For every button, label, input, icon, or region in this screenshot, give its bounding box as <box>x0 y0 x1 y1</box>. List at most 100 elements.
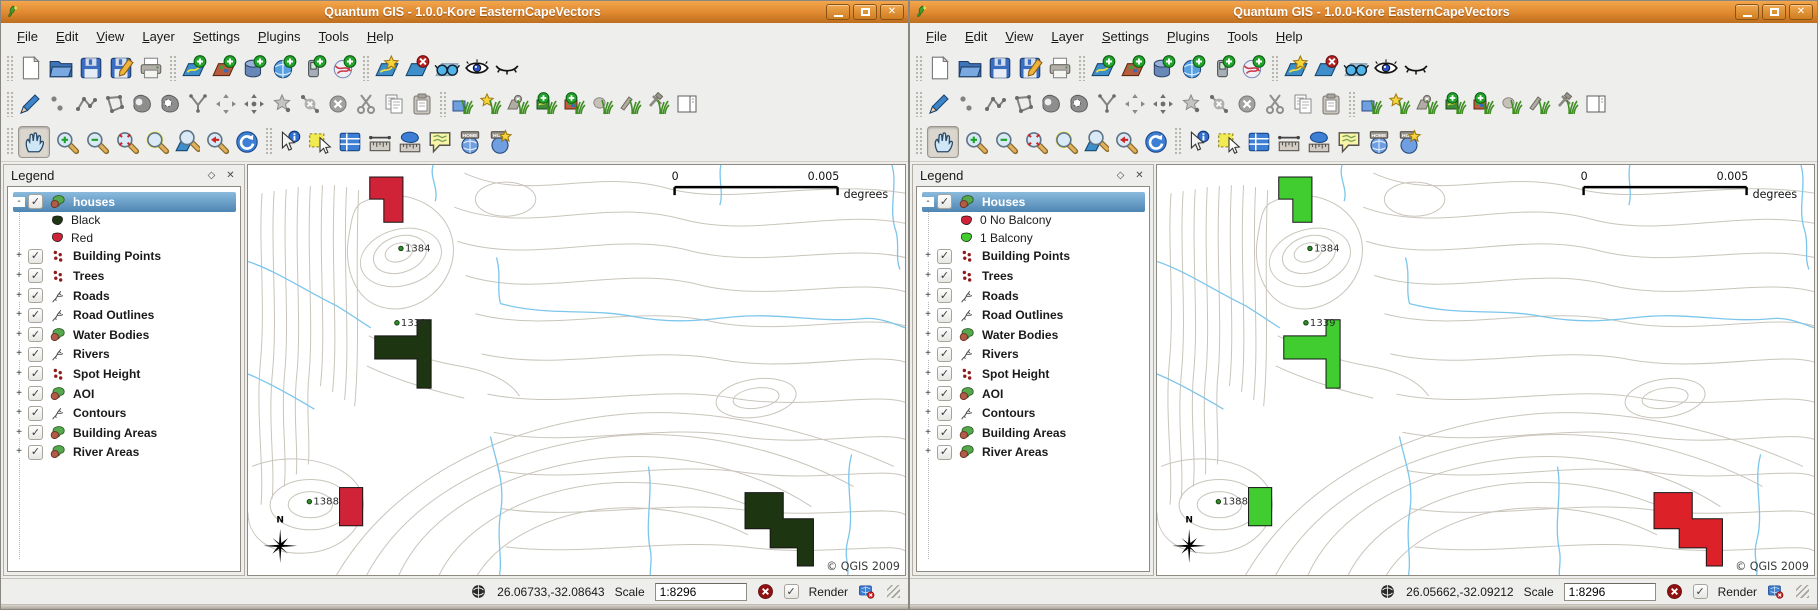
expand-icon[interactable]: + <box>922 447 934 457</box>
scale-input[interactable] <box>1564 583 1656 601</box>
zoom-last-icon[interactable] <box>204 129 230 155</box>
legend-layer-road-outlines[interactable]: +Road Outlines <box>922 305 1149 325</box>
layer-checkbox[interactable] <box>28 308 43 323</box>
layer-checkbox[interactable] <box>28 406 43 421</box>
hide-all-layers-icon[interactable] <box>1403 55 1429 81</box>
legend-layer-building-points[interactable]: +Building Points <box>13 247 240 267</box>
minimize-button[interactable] <box>826 4 850 20</box>
legend-layer-houses[interactable]: - Houses <box>922 192 1145 212</box>
layer-checkbox[interactable] <box>28 194 43 209</box>
toolbar-handle[interactable] <box>1348 91 1355 117</box>
paste-features-icon[interactable] <box>410 92 434 116</box>
expand-icon[interactable]: + <box>13 291 25 301</box>
toggle-editing-icon[interactable] <box>927 92 951 116</box>
add-postgis-layer-icon[interactable] <box>1150 55 1176 81</box>
titlebar[interactable]: Quantum GIS - 1.0.0-Kore EasternCapeVect… <box>910 1 1817 23</box>
layer-checkbox[interactable] <box>937 347 952 362</box>
toolbar-handle[interactable] <box>915 91 922 117</box>
identify-icon[interactable] <box>277 129 303 155</box>
pan-icon[interactable] <box>930 129 956 155</box>
grass-new-vector-icon[interactable] <box>1388 92 1412 116</box>
paste-features-icon[interactable] <box>1319 92 1343 116</box>
expand-icon[interactable]: + <box>13 271 25 281</box>
layer-checkbox[interactable] <box>28 347 43 362</box>
close-button[interactable] <box>880 4 904 20</box>
layer-checkbox[interactable] <box>28 249 43 264</box>
legend-layer-aoi[interactable]: +AOI <box>922 384 1149 404</box>
grass-open-mapset-icon[interactable] <box>1360 92 1384 116</box>
panel-close-button[interactable] <box>1133 170 1146 181</box>
layer-checkbox[interactable] <box>937 268 952 283</box>
copy-features-icon[interactable] <box>382 92 406 116</box>
capture-line-icon[interactable] <box>983 92 1007 116</box>
expand-icon[interactable]: + <box>922 408 934 418</box>
legend-layer-water-bodies[interactable]: +Water Bodies <box>922 325 1149 345</box>
toolbar-handle[interactable] <box>6 127 13 156</box>
pan-icon[interactable] <box>21 129 47 155</box>
layer-checkbox[interactable] <box>937 366 952 381</box>
capture-polygon-icon[interactable] <box>1011 92 1035 116</box>
expand-icon[interactable]: + <box>922 330 934 340</box>
grass-edit-icon[interactable] <box>619 92 643 116</box>
map-view[interactable]: 1384 1339 1388 N 0 0.005 degrees © QGIS … <box>248 165 905 575</box>
delete-part-icon[interactable] <box>326 92 350 116</box>
expand-icon[interactable]: + <box>13 369 25 379</box>
expand-icon[interactable]: + <box>13 251 25 261</box>
save-project-icon[interactable] <box>987 55 1013 81</box>
menu-edit[interactable]: Edit <box>48 25 86 48</box>
open-project-icon[interactable] <box>48 55 74 81</box>
legend-layer-building-points[interactable]: +Building Points <box>922 247 1149 267</box>
measure-line-icon[interactable] <box>1276 129 1302 155</box>
menu-settings[interactable]: Settings <box>185 25 248 48</box>
open-attribute-table-icon[interactable] <box>337 129 363 155</box>
add-to-overview-icon[interactable] <box>1343 55 1369 81</box>
show-all-layers-icon[interactable] <box>464 55 490 81</box>
expand-icon[interactable]: + <box>13 408 25 418</box>
toolbar-handle[interactable] <box>265 127 272 156</box>
maximize-button[interactable] <box>1762 4 1786 20</box>
legend-layer-houses[interactable]: - houses <box>13 192 236 212</box>
menu-view[interactable]: View <box>88 25 132 48</box>
layer-checkbox[interactable] <box>937 445 952 460</box>
expand-icon[interactable]: + <box>13 349 25 359</box>
move-feature-icon[interactable] <box>1039 92 1063 116</box>
grass-add-vector-layer-icon[interactable] <box>535 92 559 116</box>
home-extent-icon[interactable] <box>1366 129 1392 155</box>
move-vertex-icon[interactable] <box>214 92 238 116</box>
delete-selected-icon[interactable] <box>1179 92 1203 116</box>
legend-layer-rivers[interactable]: +Rivers <box>922 345 1149 365</box>
zoom-in-icon[interactable] <box>54 129 80 155</box>
grass-new-vector-icon[interactable] <box>479 92 503 116</box>
layer-checkbox[interactable] <box>937 386 952 401</box>
split-features-icon[interactable] <box>186 92 210 116</box>
panel-detach-button[interactable] <box>1114 170 1127 181</box>
zoom-to-layer-icon[interactable] <box>174 129 200 155</box>
zoom-to-layer-icon[interactable] <box>1083 129 1109 155</box>
cut-features-icon[interactable] <box>354 92 378 116</box>
expand-icon[interactable]: + <box>922 291 934 301</box>
legend-layer-road-outlines[interactable]: +Road Outlines <box>13 305 240 325</box>
map-canvas[interactable]: 1384 1339 1388 N 0 0.005 degrees © QGIS … <box>247 164 906 576</box>
legend-layer-river-areas[interactable]: +River Areas <box>13 443 240 463</box>
show-bookmarks-icon[interactable] <box>487 129 513 155</box>
add-postgis-layer-icon[interactable] <box>241 55 267 81</box>
coordinate-capture-icon[interactable] <box>470 583 487 600</box>
expand-icon[interactable]: + <box>922 251 934 261</box>
save-project-as-icon[interactable] <box>108 55 134 81</box>
print-composer-icon[interactable] <box>1047 55 1073 81</box>
zoom-full-icon[interactable] <box>1023 129 1049 155</box>
crs-status-icon[interactable] <box>858 583 875 600</box>
legend-layer-roads[interactable]: +Roads <box>13 286 240 306</box>
add-vertex-icon[interactable] <box>242 92 266 116</box>
select-features-icon[interactable] <box>307 129 333 155</box>
menu-file[interactable]: File <box>918 25 955 48</box>
expand-icon[interactable]: + <box>13 447 25 457</box>
map-canvas[interactable]: 1384 1339 1388 N 0 0.005 degrees © QGIS … <box>1156 164 1815 576</box>
grass-tools-icon[interactable] <box>647 92 671 116</box>
layer-checkbox[interactable] <box>28 425 43 440</box>
zoom-to-selection-icon[interactable] <box>1053 129 1079 155</box>
grass-add-raster-layer-icon[interactable] <box>563 92 587 116</box>
open-project-icon[interactable] <box>957 55 983 81</box>
add-ring-icon[interactable] <box>1067 92 1091 116</box>
expand-icon[interactable]: + <box>922 428 934 438</box>
